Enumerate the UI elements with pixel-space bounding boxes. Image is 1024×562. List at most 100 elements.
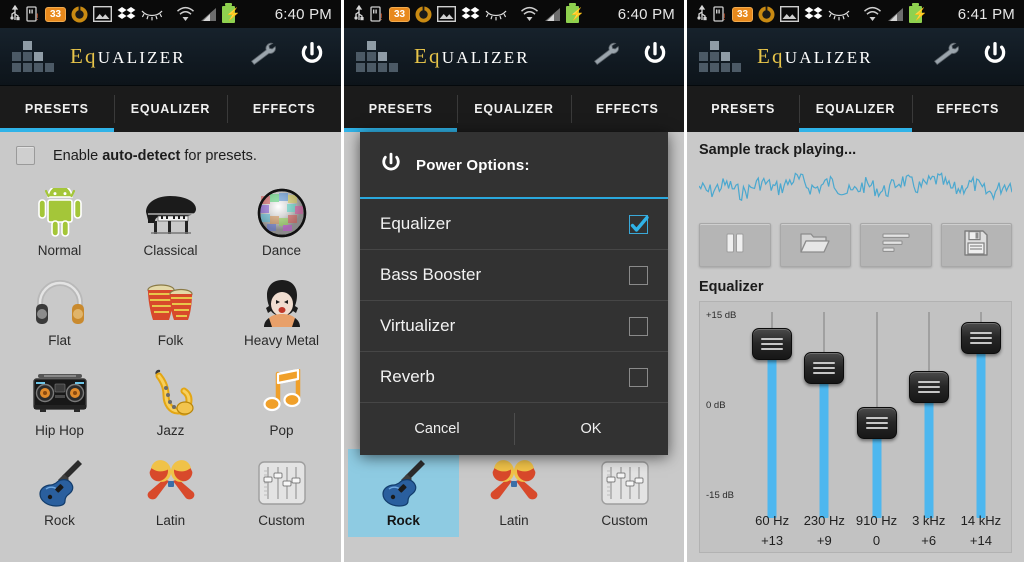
dropbox-icon — [804, 6, 823, 23]
tab-effects[interactable]: EFFECTS — [911, 86, 1024, 132]
eq-band-slider-4[interactable]: 14 kHz +14 — [955, 306, 1007, 552]
dialog-option-checkbox[interactable] — [629, 316, 648, 336]
dialog-option-reverb[interactable]: Reverb — [360, 352, 668, 403]
tab-effects-label: EFFECTS — [936, 102, 1000, 116]
auto-detect-checkbox[interactable] — [16, 146, 35, 165]
eq-band-slider-2[interactable]: 910 Hz 0 — [850, 306, 902, 552]
auto-detect-row[interactable]: Enable auto-detect for presets. — [0, 132, 341, 175]
transport-controls — [699, 223, 1012, 267]
tab-presets[interactable]: PRESETS — [0, 86, 114, 132]
wifi-icon — [863, 6, 882, 22]
eq-band-slider-3[interactable]: 3 kHz +6 — [903, 306, 955, 552]
saxophone-icon — [146, 365, 196, 421]
android-robot-icon — [34, 185, 86, 241]
folder-open-icon — [800, 231, 830, 260]
eq-band-value: +6 — [921, 533, 937, 548]
pause-icon — [722, 230, 748, 261]
presets-body: Enable auto-detect for presets. Normal Cl… — [0, 132, 341, 562]
app-title-prefix: Eq — [757, 44, 785, 68]
preset-item-dance[interactable]: Dance — [226, 179, 337, 267]
dialog-option-checkbox[interactable] — [629, 367, 648, 387]
preset-label: Classical — [143, 243, 198, 258]
auto-detect-label-post: for presets. — [180, 147, 257, 164]
preset-item-custom[interactable]: Custom — [226, 449, 337, 537]
status-bar: ! 33 ⚡ 6:40 PM — [0, 0, 341, 28]
preset-label: Rock — [44, 513, 75, 528]
db-scale-mid: 0 dB — [706, 400, 726, 411]
dialog-option-checkbox[interactable] — [629, 265, 648, 285]
wrench-icon[interactable] — [247, 41, 277, 72]
db-scale: +15 dB 0 dB -15 dB — [706, 302, 750, 552]
preset-item-jazz[interactable]: Jazz — [115, 359, 226, 447]
preset-item-latin[interactable]: Latin — [115, 449, 226, 537]
svg-text:!: ! — [723, 12, 726, 22]
wrench-icon[interactable] — [590, 41, 620, 72]
app-title-prefix: Eq — [414, 44, 442, 68]
tab-presets[interactable]: PRESETS — [687, 86, 799, 132]
power-options-dialog: Power Options: Equalizer Bass Booster Virt… — [360, 132, 668, 455]
eq-band-thumb[interactable] — [960, 322, 1001, 355]
ok-button[interactable]: OK — [514, 403, 668, 455]
usb-icon — [696, 5, 708, 23]
preset-label: Dance — [261, 243, 302, 258]
power-icon[interactable] — [982, 41, 1008, 72]
app-title: EqUALIZER — [757, 44, 873, 69]
dialog-title: Power Options: — [416, 157, 530, 174]
eq-band-thumb[interactable] — [856, 407, 897, 439]
eq-band-thumb[interactable] — [752, 328, 793, 361]
eq-band-thumb[interactable] — [908, 370, 949, 403]
equalizer-body: Sample track playing... Equalizer +15 dB… — [687, 132, 1024, 562]
sleep-eyelash-icon — [485, 8, 507, 21]
preset-item-pop[interactable]: Pop — [226, 359, 337, 447]
tab-effects-label: EFFECTS — [252, 102, 316, 116]
list-button[interactable] — [860, 223, 932, 267]
preset-item-normal[interactable]: Normal — [4, 179, 115, 267]
app-title: EqUALIZER — [70, 44, 186, 69]
wrench-icon[interactable] — [930, 41, 960, 72]
dialog-option-equalizer[interactable]: Equalizer — [360, 199, 668, 250]
preset-item-rock[interactable]: Rock — [4, 449, 115, 537]
preset-item-classical[interactable]: Classical — [115, 179, 226, 267]
sd-card-warning-icon: ! — [26, 5, 40, 23]
tab-effects[interactable]: EFFECTS — [570, 86, 684, 132]
status-bar: ! 33 ⚡ 6:40 PM — [344, 0, 684, 28]
maracas-icon — [145, 455, 197, 511]
eq-band-slider-1[interactable]: 230 Hz +9 — [798, 306, 850, 552]
tab-presets[interactable]: PRESETS — [344, 86, 458, 132]
music-notes-icon — [258, 365, 306, 421]
tab-equalizer[interactable]: EQUALIZER — [457, 86, 570, 132]
electric-guitar-icon — [34, 455, 86, 511]
battery-charging-icon: ⚡ — [566, 2, 585, 23]
tab-equalizer[interactable]: EQUALIZER — [799, 86, 912, 132]
panel-presets: ! 33 ⚡ 6:40 PM EqUALIZER PRESETS EQUALIZ… — [0, 0, 341, 562]
eq-band-fill — [976, 338, 986, 518]
dialog-option-checkbox[interactable] — [629, 214, 649, 234]
preset-item-flat[interactable]: Flat — [4, 269, 115, 357]
preset-item-hip-hop[interactable]: Hip Hop — [4, 359, 115, 447]
save-button[interactable] — [940, 223, 1012, 267]
preset-item-folk[interactable]: Folk — [115, 269, 226, 357]
preset-label: Pop — [269, 423, 294, 438]
equalizer-bars-logo-icon — [699, 41, 741, 72]
headphones-icon — [34, 275, 86, 331]
tab-equalizer-label: EQUALIZER — [815, 102, 896, 116]
tab-effects[interactable]: EFFECTS — [227, 86, 341, 132]
dialog-option-bass-booster[interactable]: Bass Booster — [360, 250, 668, 301]
preset-item-heavy-metal[interactable]: Heavy Metal — [226, 269, 337, 357]
app-title: EqUALIZER — [414, 44, 530, 69]
power-icon[interactable] — [642, 41, 668, 72]
battery-charging-icon: ⚡ — [222, 2, 241, 23]
dialog-option-virtualizer[interactable]: Virtualizer — [360, 301, 668, 352]
pause-button[interactable] — [699, 223, 771, 267]
eq-band-thumb[interactable] — [804, 352, 845, 385]
dialog-option-label: Equalizer — [380, 214, 451, 233]
preset-label: Folk — [157, 333, 184, 348]
cancel-button[interactable]: Cancel — [360, 403, 514, 455]
tab-equalizer[interactable]: EQUALIZER — [113, 86, 228, 132]
eq-band-slider-0[interactable]: 60 Hz +13 — [746, 306, 798, 552]
power-icon[interactable] — [299, 41, 325, 72]
status-clock: 6:40 PM — [274, 5, 332, 23]
eq-band-frequency: 3 kHz — [912, 513, 946, 528]
open-button[interactable] — [779, 223, 851, 267]
dialog-option-label: Virtualizer — [380, 316, 456, 335]
